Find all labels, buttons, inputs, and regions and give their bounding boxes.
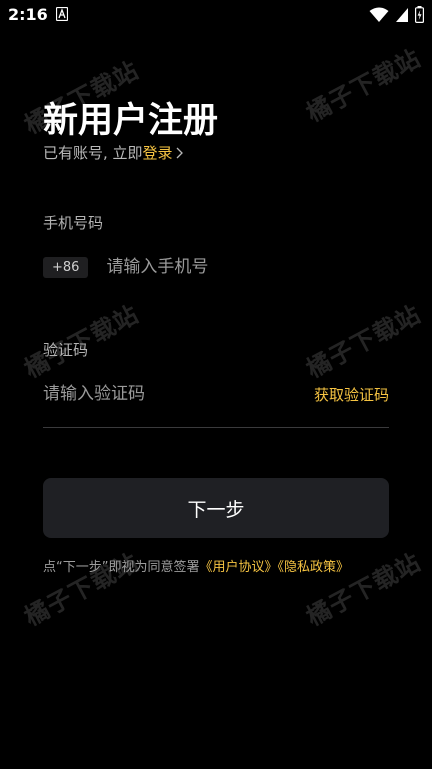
page-title: 新用户注册 xyxy=(43,101,219,141)
login-prompt-text: 已有账号, 立即 xyxy=(43,144,143,162)
status-icons xyxy=(369,6,424,23)
code-label: 验证码 xyxy=(43,341,89,359)
phone-row: +86 xyxy=(43,254,389,280)
get-code-button[interactable]: 获取验证码 xyxy=(314,384,389,405)
login-link-label: 登录 xyxy=(142,144,173,162)
privacy-policy-link[interactable]: 《隐私政策》 xyxy=(278,560,350,575)
next-button[interactable]: 下一步 xyxy=(43,478,389,538)
watermark: 橘子下载站 xyxy=(301,300,426,384)
phone-label: 手机号码 xyxy=(43,214,104,232)
status-time: 2:16 xyxy=(8,5,48,24)
wifi-icon xyxy=(369,7,389,22)
status-bar: 2:16 xyxy=(0,0,432,30)
login-link[interactable]: 登录 xyxy=(143,142,183,163)
watermark: 橘子下载站 xyxy=(301,44,426,128)
divider xyxy=(43,427,389,428)
agreement-text: 点“下一步”即视为同意签署《用户协议》《隐私政策》 xyxy=(43,556,349,575)
user-agreement-link[interactable]: 《用户协议》 xyxy=(199,560,277,575)
country-code-selector[interactable]: +86 xyxy=(43,256,89,278)
battery-charging-icon xyxy=(415,6,424,23)
phone-input[interactable] xyxy=(106,257,337,277)
notification-a-icon xyxy=(56,7,68,21)
chevron-right-icon xyxy=(176,147,183,158)
agreement-prefix: 点“下一步”即视为同意签署 xyxy=(43,560,200,575)
login-prompt: 已有账号, 立即 登录 xyxy=(43,142,183,163)
cellular-signal-icon xyxy=(396,7,408,22)
code-row: 获取验证码 xyxy=(43,380,389,408)
code-input[interactable] xyxy=(43,384,283,404)
